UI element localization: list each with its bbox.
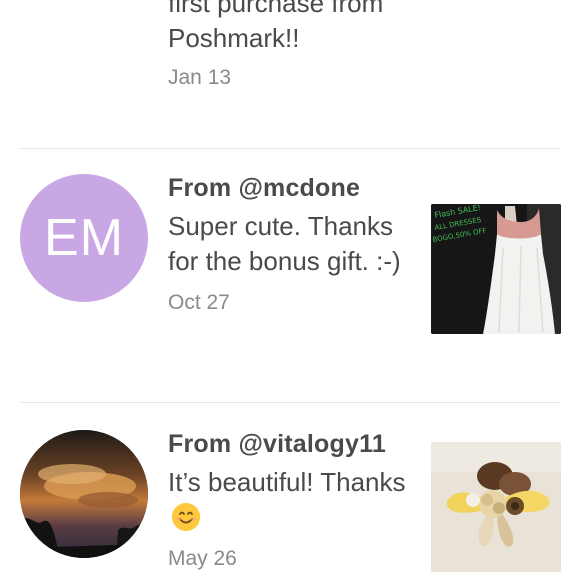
listing-thumbnail[interactable] xyxy=(431,442,561,572)
divider xyxy=(20,402,560,403)
smiling-face-icon xyxy=(172,503,200,531)
bow-image xyxy=(431,442,561,572)
sunset-photo xyxy=(20,430,148,558)
note-item-top[interactable]: first purchase from Poshmark!! Jan 13 xyxy=(0,0,580,136)
note-message: It’s beautiful! Thanks xyxy=(168,465,412,535)
note-message: Super cute. Thanks for the bonus gift. :… xyxy=(168,211,401,276)
note-sender[interactable]: From @vitalogy11 xyxy=(168,430,412,459)
love-notes-feed: first purchase from Poshmark!! Jan 13 EM… xyxy=(0,0,580,580)
listing-thumbnail[interactable]: Flash SALE! ALL DRESSES BOGO,50% OFF xyxy=(431,204,561,334)
avatar[interactable]: EM xyxy=(20,174,148,302)
note-sender[interactable]: From @mcdone xyxy=(168,174,412,203)
note-content: From @mcdone Super cute. Thanks for the … xyxy=(168,174,412,315)
dress-image: Flash SALE! ALL DRESSES BOGO,50% OFF xyxy=(431,204,561,334)
avatar[interactable] xyxy=(20,430,148,558)
avatar-initials: EM xyxy=(44,209,124,267)
divider xyxy=(20,148,560,149)
note-date: Jan 13 xyxy=(168,66,232,89)
note-date: May 26 xyxy=(168,547,237,570)
note-content: From @vitalogy11 It’s beautiful! Thanks … xyxy=(168,430,412,571)
note-item[interactable]: EM From @mcdone Super cute. Thanks for t… xyxy=(0,150,580,402)
note-item[interactable]: From @vitalogy11 It’s beautiful! Thanks … xyxy=(0,404,580,580)
note-message: first purchase from Poshmark!! xyxy=(168,0,384,53)
note-date: Oct 27 xyxy=(168,291,230,314)
note-content: first purchase from Poshmark!! Jan 13 xyxy=(168,0,412,90)
note-message-text: It’s beautiful! Thanks xyxy=(168,467,406,497)
